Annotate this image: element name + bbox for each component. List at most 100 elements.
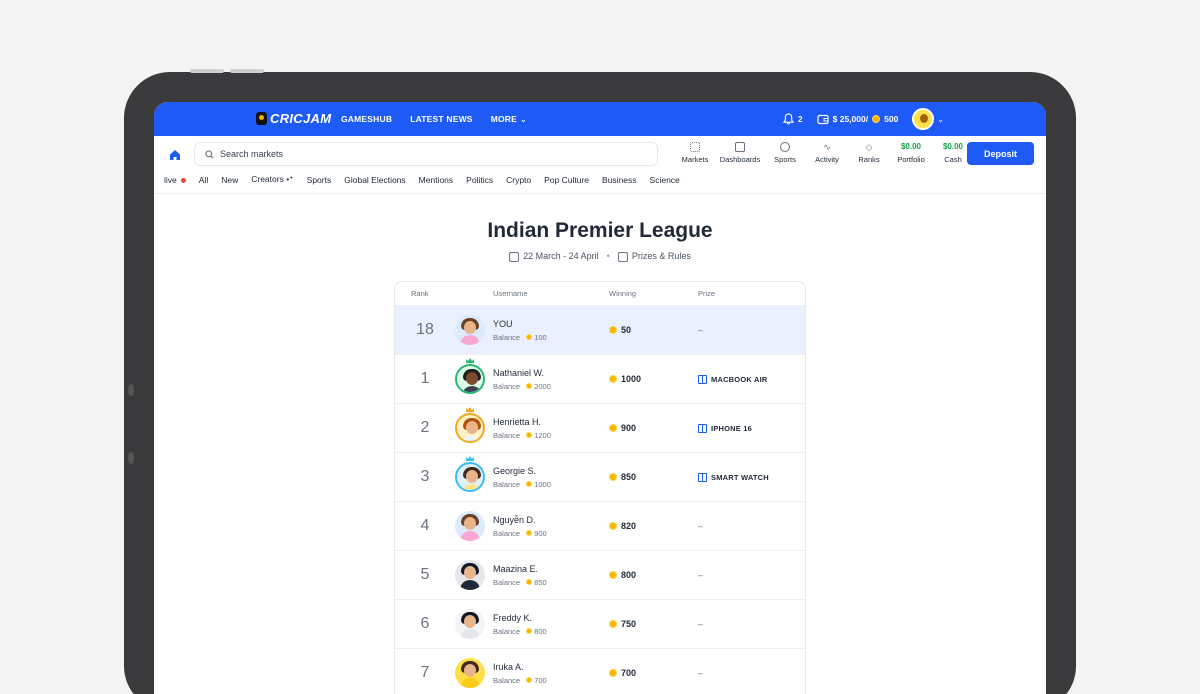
table-row[interactable]: 1 Nathaniel W. Balance 2000 1000 MACBOOK AI… — [395, 355, 805, 404]
coin-icon — [609, 424, 617, 432]
separator-dot: • — [606, 251, 610, 262]
gift-icon — [698, 472, 707, 482]
username: Nguyễn D. — [493, 514, 536, 525]
balance-label: Balance — [493, 430, 521, 440]
prize-cell: – — [698, 570, 805, 580]
quick-link-sports[interactable]: Sports — [764, 142, 806, 164]
quick-link-portfolio[interactable]: $0.00 Portfolio — [890, 142, 932, 164]
date-range-text: 22 March - 24 April — [523, 251, 599, 261]
crown-icon — [466, 358, 474, 363]
username: Georgie S. — [493, 465, 537, 476]
quick-link-markets[interactable]: Markets — [674, 142, 716, 164]
profile-menu[interactable]: ⌄ — [912, 108, 944, 130]
balance-label: Balance — [493, 528, 521, 538]
nav-latest-news[interactable]: LATEST NEWS — [410, 114, 473, 124]
coin-icon — [872, 115, 881, 123]
prize-cell: – — [698, 619, 805, 629]
leaderboard-table: Rank Username Winning Prize 18 YOU Balanc… — [394, 281, 806, 694]
quick-link-label: Portfolio — [897, 155, 925, 164]
avatar — [455, 456, 485, 492]
prizes-rules-link[interactable]: Prizes & Rules — [617, 251, 691, 262]
table-header: Rank Username Winning Prize — [395, 282, 805, 306]
winning-cell: 850 — [609, 472, 698, 482]
user-cell: Freddy K. Balance 800 — [493, 613, 609, 636]
coin-icon — [526, 481, 533, 487]
rank-cell: 7 — [420, 664, 430, 681]
balance: Balance 1200 — [493, 431, 609, 440]
tab-creators[interactable]: Creators •⁺ — [251, 174, 293, 185]
prize-cell: MACBOOK AIR — [698, 374, 805, 384]
search-input[interactable] — [220, 149, 640, 159]
table-row[interactable]: 5 Maazina E. Balance 850 800 – — [395, 551, 805, 600]
deposit-button[interactable]: Deposit — [967, 142, 1034, 165]
prize-value: IPHONE 16 — [711, 423, 752, 433]
brand-logo[interactable]: CRICJAM — [256, 111, 331, 126]
coin-icon — [526, 530, 533, 536]
tab-crypto[interactable]: Crypto — [506, 175, 531, 185]
winning-cell: 800 — [609, 570, 698, 580]
prize-value: SMART WATCH — [711, 472, 769, 482]
home-icon[interactable] — [168, 148, 182, 162]
balance-label: Balance — [493, 675, 521, 685]
username: Henrietta H. — [493, 416, 542, 427]
tab-label: live — [164, 174, 177, 185]
avatar — [455, 358, 485, 394]
quick-link-label: Markets — [681, 155, 709, 164]
nav-more[interactable]: MORE ⌄ — [491, 114, 527, 124]
balance-value: 850 — [534, 577, 547, 587]
balance: Balance 850 — [493, 578, 609, 587]
table-body: 18 YOU Balance 100 50 – 1 Nathaniel W. Balanc… — [395, 306, 805, 694]
quick-link-dashboards[interactable]: Dashboards — [716, 142, 764, 164]
tab-science[interactable]: Science — [650, 175, 680, 185]
username: YOU — [493, 318, 513, 329]
ball-icon — [780, 142, 790, 152]
notifications-button[interactable]: 2 — [782, 113, 803, 125]
table-row[interactable]: 4 Nguyễn D. Balance 900 820 – — [395, 502, 805, 551]
rank-cell: 6 — [420, 615, 430, 632]
winning-value: 850 — [621, 472, 637, 482]
tab-pop-culture[interactable]: Pop Culture — [544, 175, 589, 185]
league-meta: 22 March - 24 April • Prizes & Rules — [154, 251, 1046, 262]
user-cell: Nguyễn D. Balance 900 — [493, 515, 609, 538]
brand-name: CRICJAM — [270, 111, 332, 126]
username: Iruka A. — [493, 661, 524, 672]
tab-sports[interactable]: Sports — [307, 175, 332, 185]
quick-link-label: Ranks — [858, 155, 880, 164]
winning-value: 820 — [621, 521, 637, 531]
balance-value: 900 — [534, 528, 547, 538]
tab-new[interactable]: New — [221, 175, 238, 185]
tab-business[interactable]: Business — [602, 175, 637, 185]
coin-icon — [526, 383, 533, 389]
avatar — [455, 511, 485, 541]
winning-cell: 700 — [609, 668, 698, 678]
search-icon — [205, 149, 214, 158]
avatar — [455, 658, 485, 688]
winning-value: 800 — [621, 570, 637, 580]
tab-global-elections[interactable]: Global Elections — [344, 175, 405, 185]
tab-mentions[interactable]: Mentions — [419, 175, 454, 185]
user-cell: YOU Balance 100 — [493, 319, 609, 342]
avatar — [912, 108, 935, 130]
table-row[interactable]: 3 Georgie S. Balance 1000 850 SMART WATCH — [395, 453, 805, 502]
balance-label: Balance — [493, 577, 521, 587]
tab-live[interactable]: live — [164, 175, 186, 185]
quick-link-activity[interactable]: ∿ Activity — [806, 142, 848, 164]
balance: Balance 800 — [493, 627, 609, 636]
nav-gameshub[interactable]: GAMESHUB — [341, 114, 392, 124]
table-row[interactable]: 7 Iruka A. Balance 700 700– — [395, 649, 805, 694]
table-row[interactable]: 2 Henrietta H. Balance 1200 900 IPHONE 16 — [395, 404, 805, 453]
quick-link-ranks[interactable]: ◇ Ranks — [848, 142, 890, 164]
app-screen: CRICJAM GAMESHUB LATEST NEWS MORE ⌄ 2 $ 2… — [154, 102, 1046, 694]
current-user-row[interactable]: 18 YOU Balance 100 50 – — [395, 306, 805, 355]
crown-icon — [466, 456, 474, 461]
search-bar[interactable] — [194, 142, 658, 166]
cash-value: $0.00 — [942, 142, 964, 151]
tab-politics[interactable]: Politics — [466, 175, 493, 185]
wallet-balance[interactable]: $ 25,000/ 500 — [817, 114, 898, 125]
tablet-top-button-2 — [230, 69, 264, 73]
tab-all[interactable]: All — [199, 175, 208, 185]
column-rank: Rank — [411, 289, 429, 298]
grid-icon — [690, 142, 700, 152]
balance: Balance 1000 — [493, 480, 609, 489]
table-row[interactable]: 6 Freddy K. Balance 800 750 – — [395, 600, 805, 649]
